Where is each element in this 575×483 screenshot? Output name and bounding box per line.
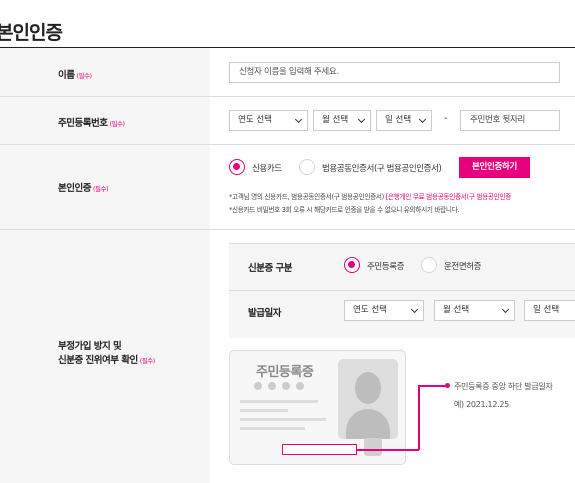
verify-label-line1: 부정가입 방지 및 (58, 341, 122, 352)
issue-year-value: 연도 선택 (353, 305, 387, 315)
auth-label: 본인인증 (필수) (58, 180, 109, 194)
name-row: 이름 (필수) 신청자 이름을 입력해 주세요. (0, 48, 575, 97)
chevron-down-icon (410, 305, 419, 314)
required-mark: (필수) (76, 72, 92, 80)
pointer-line (418, 385, 420, 450)
auth-row: 본인인증 (필수) 신용카드 범용공동인증서(구 범용공인인증서) 본인인증하기 … (0, 145, 575, 230)
issue-date-label: 발급일자 (248, 308, 281, 319)
card-line (240, 427, 305, 430)
chevron-down-icon (357, 115, 366, 124)
issue-date-example: 예) 2021.12.25 (454, 400, 509, 409)
chevron-down-icon (418, 115, 427, 124)
card-dot (296, 382, 304, 390)
issue-day-select[interactable]: 일 선택 (524, 300, 575, 321)
card-dot (268, 382, 276, 390)
person-silhouette-icon (338, 359, 398, 439)
rrc-label[interactable]: 주민등록증 (367, 260, 405, 272)
issue-date-hint: 주민등록증 중앙 하단 발급일자 (454, 382, 553, 391)
issue-month-value: 월 선택 (443, 305, 470, 315)
rrn-label-text: 주민등록번호 (58, 118, 108, 129)
cert-radio[interactable] (299, 159, 315, 175)
chevron-down-icon (294, 115, 303, 124)
silhouette-body (346, 409, 390, 439)
name-input[interactable]: 신청자 이름을 입력해 주세요. (229, 62, 560, 83)
verify-label-cell: 부정가입 방지 및 신분증 진위여부 확인 (필수) (0, 230, 210, 483)
name-label: 이름 (필수) (58, 67, 92, 81)
card-dot (282, 382, 290, 390)
verify-label-line2-text: 신분증 진위여부 확인 (58, 355, 138, 366)
issue-month-select[interactable]: 월 선택 (434, 300, 515, 321)
required-mark: (필수) (92, 185, 109, 193)
birth-month-select[interactable]: 월 선택 (313, 110, 371, 131)
birth-year-select[interactable]: 연도 선택 (229, 110, 308, 131)
auth-note-1-text: *고객님 명의 신용카드, 범용공동인증서(구 범용공인인증서) (229, 193, 386, 201)
license-radio[interactable] (421, 257, 437, 273)
required-mark: (필수) (139, 357, 156, 365)
credit-card-radio[interactable] (229, 159, 245, 175)
verify-label: 부정가입 방지 및 신분증 진위여부 확인 (필수) (58, 340, 155, 368)
birth-year-value: 연도 선택 (238, 115, 272, 125)
id-verify-divider (229, 290, 575, 291)
birth-day-value: 일 선택 (385, 115, 412, 125)
rrn-back-input[interactable]: 주민번호 뒷자리 (460, 110, 560, 131)
silhouette-head (355, 372, 381, 404)
card-dot (254, 382, 262, 390)
cert-label[interactable]: 범용공동인증서(구 범용공인인증서) (322, 162, 442, 174)
pointer-line (418, 385, 446, 387)
chevron-down-icon (501, 305, 510, 314)
rrn-label: 주민등록번호 (필수) (58, 115, 125, 129)
birth-day-select[interactable]: 일 선택 (376, 110, 432, 131)
license-label[interactable]: 운전면허증 (444, 260, 482, 272)
rrn-label-cell: 주민등록번호 (필수) (0, 97, 210, 144)
id-card-illustration: 주민등록증 (229, 350, 406, 465)
pointer-line (356, 449, 419, 451)
name-label-cell: 이름 (필수) (0, 48, 210, 96)
issue-day-value: 일 선택 (533, 305, 560, 315)
pointer-dot-icon (445, 383, 450, 388)
required-mark: (필수) (109, 120, 125, 128)
card-line (240, 409, 288, 412)
auth-note-2: *신용카드 비밀번호 3회 오류 시 해당카드로 인증을 받을 수 없으니 유의… (229, 206, 460, 214)
free-cert-link[interactable]: [은행개인 무료 범용공동인증서(구 범용공인인증 (386, 193, 512, 201)
verify-label-line2: 신분증 진위여부 확인 (필수) (58, 354, 155, 368)
id-type-label: 신분증 구분 (248, 263, 293, 274)
auth-label-cell: 본인인증 (필수) (0, 145, 210, 229)
auth-note-1: *고객님 명의 신용카드, 범용공동인증서(구 범용공인인증서) [은행개인 무… (229, 191, 511, 201)
birth-month-value: 월 선택 (322, 115, 349, 125)
rrn-dash: - (444, 113, 448, 124)
issue-date-highlight (282, 444, 357, 455)
auth-label-text: 본인인증 (58, 183, 91, 194)
card-seal (364, 438, 382, 456)
issue-year-select[interactable]: 연도 선택 (344, 300, 424, 321)
credit-card-label[interactable]: 신용카드 (252, 162, 282, 174)
name-label-text: 이름 (58, 70, 75, 81)
card-line (240, 418, 326, 421)
page-title: 본인인증 (0, 22, 63, 44)
rrc-radio[interactable] (344, 257, 360, 273)
rrn-row: 주민등록번호 (필수) 연도 선택 월 선택 일 선택 - 주민번호 뒷자리 (0, 97, 575, 145)
card-line (240, 400, 318, 403)
verify-identity-button[interactable]: 본인인증하기 (459, 157, 530, 178)
id-card-title: 주민등록증 (256, 365, 314, 380)
